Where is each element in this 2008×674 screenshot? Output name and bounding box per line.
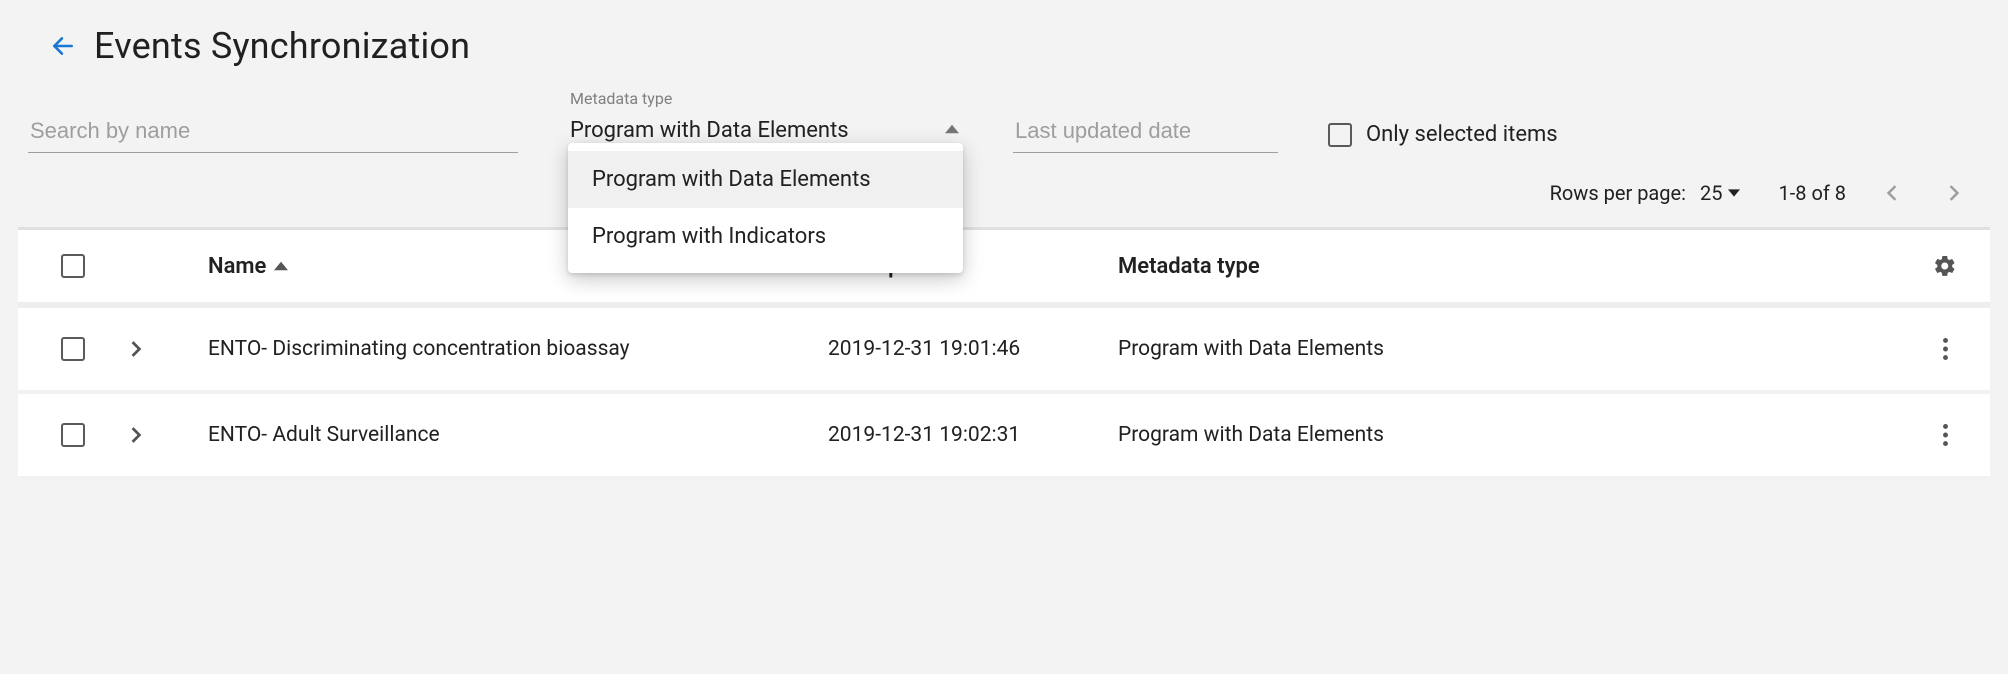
kebab-icon (1943, 424, 1948, 446)
next-page-button[interactable] (1946, 185, 1962, 201)
cell-metadata-type: Program with Data Elements (1118, 337, 1900, 361)
dropdown-option[interactable]: Program with Data Elements (568, 151, 963, 208)
cell-name: ENTO- Adult Surveillance (208, 423, 828, 447)
column-header-metadata-type[interactable]: Metadata type (1118, 254, 1900, 279)
prev-page-button[interactable] (1884, 185, 1900, 201)
table-settings-button[interactable] (1900, 254, 1990, 278)
sort-asc-icon (274, 259, 288, 273)
page-title: Events Synchronization (94, 25, 470, 67)
table-header: Name Last updated Metadata type (18, 230, 1990, 308)
rows-per-page-select[interactable]: 25 (1700, 181, 1740, 205)
expand-row-button[interactable] (128, 427, 208, 443)
table-row: ENTO- Discriminating concentration bioas… (18, 308, 1990, 394)
cell-last-updated: 2019-12-31 19:01:46 (828, 337, 1118, 361)
row-actions-button[interactable] (1900, 424, 1990, 446)
chevron-right-icon (128, 427, 144, 443)
kebab-icon (1943, 338, 1948, 360)
back-arrow-icon[interactable] (50, 33, 76, 59)
data-table: Name Last updated Metadata type ENTO- Di… (18, 227, 1990, 480)
metadata-type-dropdown: Program with Data Elements Program with … (568, 143, 963, 273)
select-all-checkbox[interactable] (61, 254, 85, 278)
only-selected-label: Only selected items (1366, 122, 1558, 147)
row-checkbox[interactable] (61, 423, 85, 447)
row-checkbox[interactable] (61, 337, 85, 361)
cell-last-updated: 2019-12-31 19:02:31 (828, 423, 1118, 447)
chevron-right-icon (128, 341, 144, 357)
only-selected-checkbox[interactable] (1328, 123, 1352, 147)
table-row: ENTO- Adult Surveillance 2019-12-31 19:0… (18, 394, 1990, 480)
search-input[interactable] (28, 92, 518, 153)
dropdown-option[interactable]: Program with Indicators (568, 208, 963, 265)
expand-row-button[interactable] (128, 341, 208, 357)
rows-per-page-label: Rows per page: (1550, 181, 1686, 205)
last-updated-date-input[interactable] (1013, 92, 1278, 153)
cell-name: ENTO- Discriminating concentration bioas… (208, 337, 828, 361)
cell-metadata-type: Program with Data Elements (1118, 423, 1900, 447)
gear-icon (1933, 254, 1957, 278)
pagination-range: 1-8 of 8 (1778, 181, 1846, 205)
caret-down-icon (1728, 187, 1740, 199)
rows-per-page-value: 25 (1700, 181, 1722, 205)
row-actions-button[interactable] (1900, 338, 1990, 360)
metadata-type-label: Metadata type (568, 89, 963, 108)
